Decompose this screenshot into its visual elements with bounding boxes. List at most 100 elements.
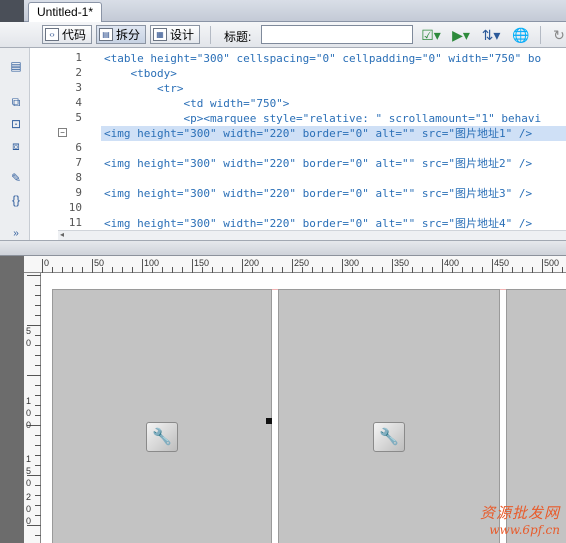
ruler-tick (312, 267, 313, 273)
design-view-button[interactable]: ▦ 设计 (150, 25, 200, 44)
image-placeholder-2[interactable]: 🔧 (278, 289, 500, 543)
ruler-tick (35, 315, 41, 316)
ruler-tick (72, 267, 73, 273)
ruler-tick (35, 335, 41, 336)
code-view-label: 代码 (62, 28, 87, 42)
split-divider[interactable] (0, 240, 566, 256)
browser-check-icon[interactable]: ☑▾ (420, 26, 442, 44)
file-management-icon[interactable]: ⇅▾ (480, 26, 502, 44)
code-line[interactable]: <tr> (104, 81, 184, 96)
line-number: 1 (75, 51, 82, 64)
ruler-tick (182, 267, 183, 273)
ruler-tick (35, 355, 41, 356)
collapse-selection-icon[interactable]: ⊡ (7, 116, 25, 132)
ruler-tick (27, 375, 41, 376)
ruler-label: 1 (26, 454, 32, 464)
document-toolbar: ‹› 代码 ▤ 拆分 ▦ 设计 标题: ☑▾ ▶▾ ⇅▾ 🌐 ↻ (0, 22, 566, 48)
line-number: 2 (75, 66, 82, 79)
code-view-button[interactable]: ‹› 代码 (42, 25, 92, 44)
ruler-tick (412, 267, 413, 273)
ruler-tick (292, 259, 293, 273)
ruler-tick (62, 267, 63, 273)
ruler-tick (532, 267, 533, 273)
ruler-label: 0 (26, 516, 32, 526)
ruler-label: 350 (394, 258, 410, 268)
watermark-title: 资源批发网 (479, 504, 560, 522)
ruler-tick (392, 259, 393, 273)
ruler-tick (372, 267, 373, 273)
refresh-icon[interactable]: ↻ (548, 26, 566, 44)
globe-icon[interactable]: 🌐 (510, 26, 532, 44)
split-view-button[interactable]: ▤ 拆分 (96, 25, 146, 44)
collapse-full-tag-icon[interactable]: ⧉ (7, 94, 25, 110)
balance-braces-icon[interactable]: {} (7, 192, 25, 208)
ruler-tick (35, 535, 41, 536)
scroll-left-icon[interactable]: ◂ (60, 230, 64, 239)
ruler-label: 200 (244, 258, 260, 268)
split-view-label: 拆分 (116, 28, 141, 42)
ruler-tick (35, 445, 41, 446)
ruler-tick (382, 267, 383, 273)
open-documents-icon[interactable]: ▤ (7, 58, 25, 74)
line-number: 4 (75, 96, 82, 109)
ruler-tick (35, 305, 41, 306)
code-line[interactable]: <img height="300" width="220" border="0"… (104, 156, 532, 171)
ruler-tick (35, 485, 41, 486)
ruler-tick (35, 395, 41, 396)
expand-all-icon[interactable]: ⧈ (7, 138, 25, 154)
line-number: 9 (75, 186, 82, 199)
design-canvas[interactable]: 🔧 🔧 资源批发网 www.6pf.cn (42, 274, 566, 543)
code-view[interactable]: ▤ ⧉ ⊡ ⧈ ✎ {} » 1 2 3 4 5 6 7 8 9 10 11 <table heig… (0, 48, 566, 240)
fold-toggle-icon[interactable]: − (58, 128, 67, 137)
line-number: 10 (68, 201, 82, 214)
ruler-tick (35, 505, 41, 506)
toolbar-separator (210, 26, 211, 44)
select-parent-tag-icon[interactable]: ✎ (7, 170, 25, 186)
code-line[interactable]: <table height="300" cellspacing="0" cell… (104, 51, 541, 66)
ruler-tick (35, 415, 41, 416)
ruler-tick (35, 435, 41, 436)
ruler-label: 0 (26, 420, 32, 430)
code-line[interactable]: <tbody> (104, 66, 176, 81)
ruler-label: 0 (26, 478, 32, 488)
ruler-label: 0 (26, 504, 32, 514)
preview-icon[interactable]: ▶▾ (450, 26, 472, 44)
ruler-tick (492, 259, 493, 273)
document-tab[interactable]: Untitled-1* (28, 2, 103, 23)
page-title-input[interactable] (261, 25, 413, 44)
image-placeholder-icon: 🔧 (146, 422, 178, 452)
code-line-selected[interactable]: <img height="300" width="220" border="0"… (101, 126, 566, 141)
ruler-tick (172, 267, 173, 273)
ruler-tick (262, 267, 263, 273)
panel-edge (0, 256, 24, 543)
code-line[interactable]: <img height="300" width="220" border="0"… (104, 216, 532, 231)
coding-toolbar: ▤ ⧉ ⊡ ⧈ ✎ {} » (0, 48, 30, 240)
design-view[interactable]: 0 50 100 150 200 250 300 350 400 450 500 501001502… (24, 256, 566, 543)
ruler-tick (342, 259, 343, 273)
ruler-label: 0 (44, 258, 50, 268)
image-placeholder-1[interactable]: 🔧 (52, 289, 272, 543)
code-line[interactable]: <img height="300" width="220" border="0"… (104, 186, 532, 201)
ruler-tick (362, 267, 363, 273)
ruler-tick (35, 495, 41, 496)
ruler-tick (52, 267, 53, 273)
ruler-tick (272, 267, 273, 273)
ruler-tick (35, 455, 41, 456)
code-horizontal-scrollbar[interactable]: ◂ (58, 230, 566, 240)
resize-handle[interactable] (266, 418, 272, 424)
ruler-label: 5 (26, 466, 32, 476)
ruler-tick (332, 267, 333, 273)
code-line[interactable]: <p><marquee style="relative: " scrollamo… (104, 111, 541, 126)
ruler-tick (35, 465, 41, 466)
line-number: 3 (75, 81, 82, 94)
ruler-label: 400 (444, 258, 460, 268)
document-tab-bar: Untitled-1* (0, 0, 566, 23)
ruler-tick (132, 267, 133, 273)
ruler-tick (432, 267, 433, 273)
ruler-tick (212, 267, 213, 273)
split-view-icon: ▤ (99, 28, 113, 41)
line-number: 5 (75, 111, 82, 124)
ruler-label: 100 (144, 258, 160, 268)
ruler-tick (112, 267, 113, 273)
code-line[interactable]: <td width="750"> (104, 96, 289, 111)
